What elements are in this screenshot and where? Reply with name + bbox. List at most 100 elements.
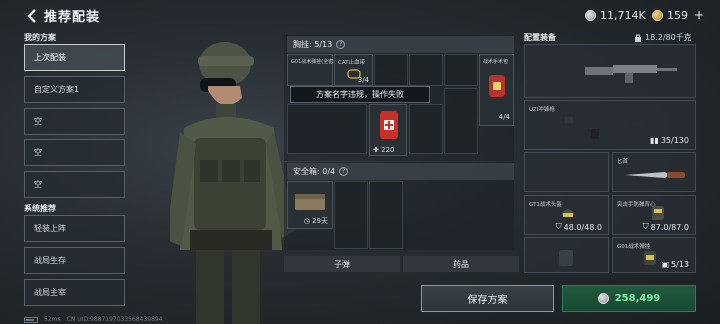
durability-value: ⛉ 87.0/87.0 [643,222,689,232]
plan-button-empty[interactable]: 空 [24,139,125,166]
safe-box-cell[interactable] [334,181,368,249]
safe-box-capacity: 安全箱: 0/4 [293,167,336,176]
rig-capacity-value: 5/13 [671,260,689,269]
uid-text: CN UID:9887197033568439894 [66,316,163,323]
inventory-cell[interactable] [287,104,367,154]
error-tooltip: 方案名字违规，操作失败 [290,86,430,103]
medkit-count: 220 [381,146,395,154]
plan-button-empty[interactable]: 空 [24,108,125,135]
helmet-icon [561,209,575,217]
inventory-cell[interactable] [444,54,478,86]
page-title: 推荐配装 [44,10,101,25]
silver-currency: 11,714K [585,7,646,23]
safe-box-header: 安全箱: 0/4 ? [287,163,514,180]
plan-label: 空 [34,148,42,157]
system-recommend-heading: 系统推荐 [24,204,56,213]
operator-character-image [170,42,296,324]
preset-label: 战局主宰 [34,288,66,297]
safe-box-icon [295,194,325,210]
tab-ammo[interactable]: 子弹 [284,256,400,272]
plan-button-last[interactable]: 上次配装 [24,44,125,71]
item-name: CAT止血带 [338,60,366,66]
save-plan-button[interactable]: 保存方案 [421,285,554,312]
add-gold-plus-icon[interactable]: + [694,8,704,22]
preset-label: 战局生存 [34,256,66,265]
melee-slot[interactable]: 匕首 [612,152,696,192]
smg-icon [565,117,643,139]
gold-coin-icon [652,9,663,21]
chest-rig-capacity: 胸挂: 5/13 [293,40,333,49]
item-quantity: 4/4 [498,113,510,121]
knife-icon [625,172,685,178]
backpack-icon [559,250,573,266]
preset-button-survive[interactable]: 战局生存 [24,247,125,274]
helmet-durability: 48.0/48.0 [563,222,602,232]
inventory-cell[interactable] [444,88,478,154]
item-quantity: ✚ 220 [373,146,395,154]
preset-button-light[interactable]: 轻装上阵 [24,215,125,242]
silver-amount: 11,714K [600,8,646,22]
container-icon: ▣ [661,260,670,269]
rifle-icon [585,65,677,83]
status-bar: 52ms CN UID:9887197033568439894 [24,316,163,323]
silver-coin-icon [585,9,596,21]
shield-icon: ⛉ [555,222,562,231]
duration-text: 29天 [312,217,328,225]
purchase-button[interactable]: 258,499 [562,285,696,312]
weight-indicator: 18.2/80千克 [634,32,692,43]
plan-label: 自定义方案1 [34,85,80,94]
ammo-value: 35/130 [660,136,689,145]
gold-amount: 159 [667,8,688,22]
inventory-item[interactable]: CAT止血带 3/4 [334,54,373,86]
backpack-slot[interactable] [524,237,609,273]
primary-weapon-slot[interactable] [524,44,696,98]
chest-rig-header: 胸挂: 5/13 ? [287,36,514,53]
rig-capacity: ▣ 5/13 [661,260,689,269]
back-arrow-icon[interactable] [24,8,40,24]
durability-value: ⛉ 48.0/48.0 [556,222,602,232]
melee-name: 匕首 [617,159,629,165]
help-icon[interactable]: ? [336,40,346,49]
gold-currency: 159 + [652,7,704,23]
preset-button-dominate[interactable]: 战局主宰 [24,279,125,306]
equipment-heading: 配置装备 [524,33,556,42]
chest-rig-icon [644,251,656,265]
preset-label: 轻装上阵 [34,224,66,233]
plan-label: 空 [34,117,42,126]
plan-button-custom1[interactable]: 自定义方案1 [24,76,125,103]
item-quantity: 3/4 [357,76,369,84]
empty-gear-slot[interactable] [524,152,609,192]
secondary-weapon-slot[interactable]: UZI冲锋枪 ▮▮ 35/130 [524,100,696,150]
item-name: 战术手术包 [483,59,509,65]
plan-label: 空 [34,180,42,189]
shield-icon: ⛉ [642,222,649,231]
plan-button-empty[interactable]: 空 [24,171,125,198]
inventory-item[interactable]: G01战术弹挂(全密封) [287,54,340,86]
inventory-cell[interactable] [409,54,443,86]
inventory-item[interactable]: 战术手术包 4/4 [479,54,514,126]
inventory-cell[interactable] [409,104,443,154]
my-plans-heading: 我的方案 [24,33,56,42]
chest-rig-slot[interactable]: G01战术弹挂 ▣ 5/13 [612,237,696,273]
weight-icon [635,34,641,42]
safe-box-cell[interactable] [369,181,403,249]
inventory-cell[interactable] [374,54,408,86]
silver-coin-icon [597,293,609,304]
weapon-name: UZI冲锋枪 [529,107,555,113]
first-aid-kit-icon [380,111,398,139]
safe-box-item[interactable]: ◷ 29天 [287,181,333,229]
ammo-icon: ▮▮ [650,136,659,145]
armor-durability: 87.0/87.0 [650,222,689,232]
armor-slot[interactable]: 突击手防弹背心 ⛉ 87.0/87.0 [612,195,696,235]
item-name: G01战术弹挂(全密封) [291,59,341,65]
safe-box-duration: ◷ 29天 [303,217,328,225]
vest-icon [652,206,664,220]
ammo-count: ▮▮ 35/130 [650,136,689,145]
inventory-item[interactable]: ✚ 220 [369,104,407,156]
tab-medicine[interactable]: 药品 [403,256,519,272]
help-icon[interactable]: ? [339,167,349,176]
medkit-icon [489,75,505,97]
helmet-name: GT1战术头盔 [529,202,562,208]
ping-text: 52ms [44,316,61,323]
helmet-slot[interactable]: GT1战术头盔 ⛉ 48.0/48.0 [524,195,609,235]
